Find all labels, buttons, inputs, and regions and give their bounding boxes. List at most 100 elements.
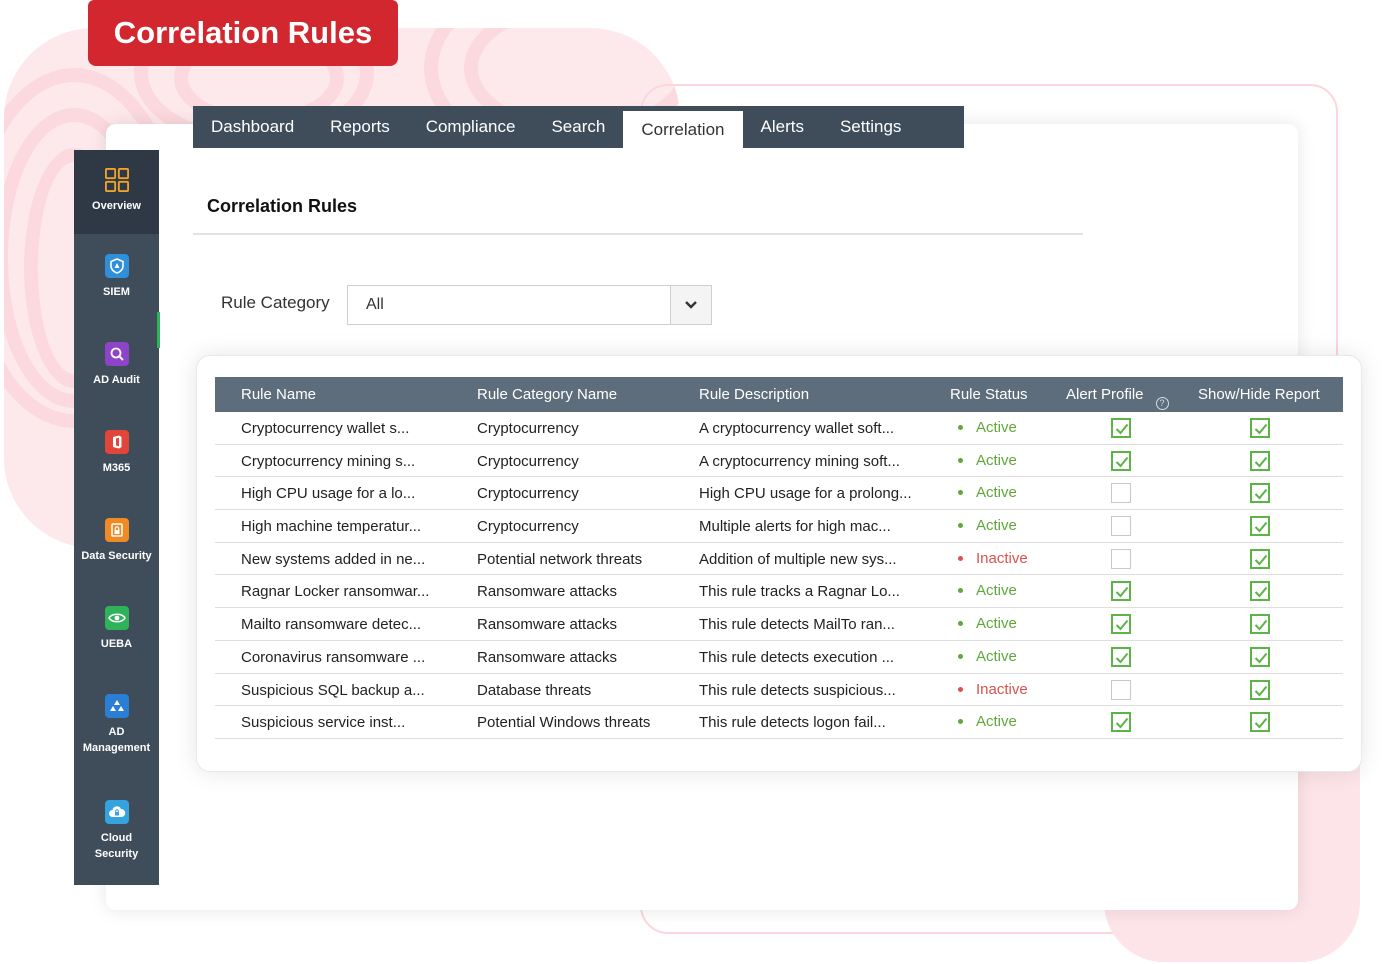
tab-settings[interactable]: Settings [822,106,919,148]
status-text: Active [976,582,1017,600]
tab-reports[interactable]: Reports [312,106,408,148]
rule-name-cell[interactable]: High machine temperatur... [241,518,421,535]
status-dot-icon [958,490,963,496]
sidebar-item-siem[interactable]: SIEM [74,254,159,300]
column-rule-name[interactable]: Rule Name [241,386,316,403]
table-row[interactable]: High machine temperatur... Cryptocurrency… [215,510,1343,543]
table-row[interactable]: High CPU usage for a lo... Cryptocurrency… [215,477,1343,511]
show-hide-report-checkbox[interactable] [1250,483,1270,504]
show-hide-report-checkbox[interactable] [1250,418,1270,438]
column-rule-description[interactable]: Rule Description [699,386,809,403]
alert-profile-checkbox[interactable] [1111,483,1131,504]
tab-dashboard[interactable]: Dashboard [193,106,312,148]
rule-description-cell: This rule tracks a Ragnar Lo... [699,583,900,601]
status-dot-icon [958,425,963,430]
status-badge: Active [958,582,1017,599]
table-row[interactable]: Coronavirus ransomware ... Ransomware att… [215,641,1343,674]
show-hide-report-checkbox[interactable] [1250,679,1270,700]
sidebar-item-ad-audit[interactable]: AD Audit [74,342,159,388]
alert-profile-checkbox[interactable] [1111,679,1131,700]
sidebar-item-cloud-security[interactable]: Cloud Security [74,800,159,862]
column-show-hide-report[interactable]: Show/Hide Report [1198,386,1320,403]
alert-profile-checkbox[interactable] [1111,516,1131,537]
title-badge: Correlation Rules [88,0,398,66]
table-row[interactable]: Cryptocurrency wallet s... Cryptocurrency… [215,412,1343,445]
sidebar-item-label: Overview [92,200,141,212]
rule-name-cell[interactable]: Ragnar Locker ransomwar... [241,583,429,600]
rule-description-cell: This rule detects logon fail... [699,714,886,732]
status-badge: Active [958,713,1017,730]
table-row[interactable]: Cryptocurrency mining s... Cryptocurrency… [215,445,1343,478]
column-alert-profile[interactable]: Alert Profile? [1066,386,1169,410]
rule-description-cell: This rule detects MailTo ran... [699,616,895,634]
alert-profile-checkbox[interactable] [1111,646,1131,667]
rule-category-cell: Database threats [477,681,592,699]
status-text: Active [976,713,1017,731]
sidebar-item-label: SIEM [103,286,130,298]
tab-search[interactable]: Search [533,106,623,148]
rule-description-cell: This rule detects execution ... [699,648,895,666]
tab-alerts[interactable]: Alerts [743,106,822,148]
rule-name-cell[interactable]: High CPU usage for a lo... [241,485,415,502]
alert-profile-checkbox[interactable] [1111,418,1131,438]
status-dot-icon [958,719,963,725]
status-badge: Active [958,452,1017,469]
show-hide-report-checkbox[interactable] [1250,450,1270,471]
rule-category-cell: Cryptocurrency [477,518,579,536]
rules-table: Rule Name Rule Category Name Rule Descri… [215,377,1343,739]
rule-category-cell: Cryptocurrency [477,420,579,437]
rule-description-cell: A cryptocurrency wallet soft... [699,420,895,437]
divider [193,233,1083,235]
cloud-lock-icon [104,800,129,824]
show-hide-report-checkbox[interactable] [1250,712,1270,733]
rule-category-select[interactable]: All [347,285,712,325]
sidebar-item-label: UEBA [100,638,133,650]
status-dot-icon [958,653,963,659]
rule-name-cell[interactable]: Suspicious SQL backup a... [241,682,425,699]
rule-category-value: All [366,296,384,313]
status-badge: Inactive [958,550,1028,567]
chevron-down-icon[interactable] [670,286,711,324]
status-text: Inactive [976,549,1028,567]
show-hide-report-checkbox[interactable] [1250,516,1270,537]
status-text: Active [976,517,1017,535]
table-row[interactable]: New systems added in ne... Potential netw… [215,543,1343,576]
rule-name-cell[interactable]: New systems added in ne... [241,551,425,568]
show-hide-report-checkbox[interactable] [1250,646,1270,667]
alert-profile-checkbox[interactable] [1111,450,1131,471]
table-row[interactable]: Suspicious SQL backup a... Database threa… [215,674,1343,707]
table-row[interactable]: Mailto ransomware detec... Ransomware att… [215,608,1343,641]
show-hide-report-checkbox[interactable] [1250,581,1270,602]
status-dot-icon [958,588,963,594]
alert-profile-checkbox[interactable] [1111,712,1131,733]
sidebar-item-label: AD Audit [93,374,140,386]
alert-profile-checkbox[interactable] [1111,614,1131,635]
rule-name-cell[interactable]: Coronavirus ransomware ... [241,649,425,666]
column-rule-category[interactable]: Rule Category Name [477,386,617,403]
rule-name-cell[interactable]: Suspicious service inst... [241,714,405,731]
rule-name-cell[interactable]: Mailto ransomware detec... [241,616,421,633]
sidebar-item-m365[interactable]: M365 [74,430,159,476]
sidebar-item-label: Cloud Security [94,832,139,860]
status-dot-icon [958,523,963,529]
data-security-icon [104,518,129,542]
table-body: Cryptocurrency wallet s... Cryptocurrency… [215,412,1343,739]
alert-profile-checkbox[interactable] [1111,581,1131,602]
rule-name-cell[interactable]: Cryptocurrency wallet s... [241,420,409,437]
tab-compliance[interactable]: Compliance [408,106,534,148]
sidebar-item-data-security[interactable]: Data Security [74,518,159,564]
rule-name-cell[interactable]: Cryptocurrency mining s... [241,453,415,470]
table-row[interactable]: Ragnar Locker ransomwar... Ransomware att… [215,575,1343,609]
show-hide-report-checkbox[interactable] [1250,548,1270,569]
rule-category-cell: Cryptocurrency [477,452,579,470]
tab-correlation[interactable]: Correlation [623,111,743,148]
table-row[interactable]: Suspicious service inst... Potential Wind… [215,706,1343,739]
status-text: Active [976,647,1017,665]
sidebar-item-ad-management[interactable]: AD Management [74,694,159,756]
show-hide-report-checkbox[interactable] [1250,614,1270,635]
sidebar-item-ueba[interactable]: UEBA [74,606,159,652]
alert-profile-checkbox[interactable] [1111,548,1131,569]
column-rule-status[interactable]: Rule Status [950,386,1028,403]
help-icon[interactable]: ? [1155,397,1169,410]
sidebar-item-overview[interactable]: Overview [74,150,159,234]
